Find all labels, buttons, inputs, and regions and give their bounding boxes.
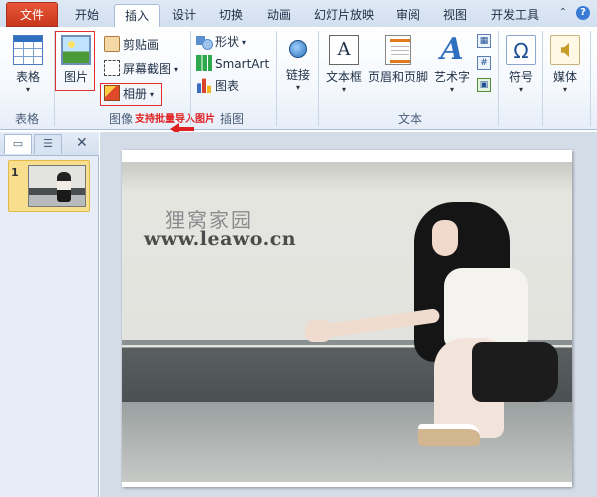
wordart-icon: A — [440, 32, 464, 67]
tab-design[interactable]: 设计 — [162, 4, 206, 28]
tab-file[interactable]: 文件 — [6, 2, 58, 27]
group-divider — [276, 31, 277, 126]
textbox-icon: A — [329, 35, 359, 65]
speaker-icon — [550, 35, 580, 65]
group-label-table: 表格 — [14, 112, 39, 126]
group-label-text: 文本 — [397, 112, 422, 126]
picture-button-label: 图片 — [63, 70, 88, 84]
wordart-label: 艺术字 — [433, 70, 470, 84]
slide-number-icon[interactable]: # — [477, 56, 491, 70]
photo-shorts — [472, 342, 558, 402]
symbol-label: 符号 — [508, 70, 533, 84]
chart-label: 图表 — [215, 79, 240, 93]
tab-insert[interactable]: 插入 — [114, 4, 160, 29]
album-label: 相册 — [123, 87, 148, 101]
chevron-down-icon: ▾ — [242, 38, 247, 47]
close-icon[interactable]: ✕ — [76, 135, 88, 151]
shapes-button[interactable]: 形状 ▾ — [196, 33, 246, 51]
chevron-down-icon: ▾ — [449, 85, 454, 94]
tab-view[interactable]: 视图 — [432, 4, 478, 28]
screenshot-label: 屏幕截图 — [123, 62, 172, 76]
smartart-icon — [196, 55, 212, 71]
slide-canvas[interactable]: 狸窝家园 www.leawo.cn — [122, 150, 572, 487]
tab-review[interactable]: 审阅 — [386, 4, 430, 28]
shapes-label: 形状 — [215, 35, 240, 49]
picture-button[interactable]: 图片 — [58, 35, 94, 85]
group-divider — [190, 31, 191, 126]
tab-home[interactable]: 开始 — [62, 4, 112, 28]
group-divider — [590, 31, 591, 126]
chevron-down-icon: ▾ — [295, 83, 300, 92]
chevron-down-icon: ▾ — [174, 65, 179, 74]
tab-transitions[interactable]: 切换 — [208, 4, 254, 28]
collapse-ribbon-icon[interactable]: ⌃ — [556, 6, 570, 20]
date-time-icon[interactable]: ▦ — [477, 34, 491, 48]
omega-icon: Ω — [506, 35, 536, 65]
chevron-down-icon: ▾ — [562, 85, 567, 94]
ribbon: 表格 ▾ 表格 图片 剪贴画 屏幕截图 ▾ 相册 ▾ 图像 支持批量导入图片 形状 ▾… — [0, 27, 597, 135]
photo-shoe — [418, 424, 480, 446]
chart-button[interactable]: 图表 — [196, 77, 239, 95]
chevron-down-icon: ▾ — [518, 85, 523, 94]
link-label: 链接 — [285, 68, 310, 82]
slide-thumbnail-image[interactable] — [28, 165, 86, 207]
picture-icon — [61, 35, 91, 65]
clipart-label: 剪贴画 — [123, 38, 160, 52]
object-icon[interactable]: ▣ — [477, 78, 491, 92]
table-icon — [13, 35, 43, 65]
group-label-image: 图像 — [108, 112, 133, 126]
header-footer-button[interactable]: 页眉和页脚 — [368, 35, 428, 85]
shapes-icon — [196, 33, 213, 50]
album-button[interactable]: 相册 ▾ — [104, 85, 154, 103]
table-button[interactable]: 表格 ▾ — [8, 35, 48, 95]
link-icon — [289, 40, 307, 58]
media-label: 媒体 — [552, 70, 577, 84]
screenshot-button[interactable]: 屏幕截图 ▾ — [104, 60, 178, 78]
watermark-url: www.leawo.cn — [144, 228, 297, 250]
slides-tab-icon[interactable]: ▭ — [4, 134, 32, 154]
tab-animations[interactable]: 动画 — [256, 4, 302, 28]
link-button[interactable]: 链接 ▾ — [282, 35, 314, 93]
annotation-text: 支持批量导入图片 — [135, 114, 215, 125]
slide-pane-header: ▭ ☰ ✕ — [0, 132, 99, 156]
group-divider — [318, 31, 319, 126]
ribbon-tab-bar: 文件 开始 插入 设计 切换 动画 幻灯片放映 审阅 视图 开发工具 ⌃ ? — [0, 0, 597, 29]
chevron-down-icon: ▾ — [25, 85, 30, 94]
header-footer-icon — [385, 35, 411, 65]
symbol-button[interactable]: Ω 符号 ▾ — [504, 35, 538, 95]
group-divider — [542, 31, 543, 126]
smartart-label: SmartArt — [215, 57, 270, 71]
group-divider — [498, 31, 499, 126]
media-button[interactable]: 媒体 ▾ — [548, 35, 582, 95]
chevron-down-icon: ▾ — [150, 90, 155, 99]
table-button-label: 表格 — [15, 70, 40, 84]
slide-number: 1 — [11, 166, 19, 179]
group-label-illustrations: 插图 — [219, 112, 244, 126]
album-icon — [104, 85, 120, 101]
textbox-label: 文本框 — [325, 70, 362, 84]
outline-tab-icon[interactable]: ☰ — [34, 134, 62, 154]
photo-top — [444, 268, 528, 348]
tab-developer[interactable]: 开发工具 — [482, 4, 548, 28]
header-footer-label: 页眉和页脚 — [368, 70, 429, 84]
screenshot-icon — [104, 60, 120, 76]
tab-slideshow[interactable]: 幻灯片放映 — [306, 4, 382, 28]
clipart-icon — [104, 36, 120, 52]
slide-photo[interactable]: 狸窝家园 www.leawo.cn — [122, 162, 572, 482]
chart-icon — [196, 78, 212, 93]
photo-hand — [305, 320, 331, 342]
chevron-down-icon: ▾ — [341, 85, 346, 94]
photo-face — [432, 220, 458, 256]
wordart-button[interactable]: A 艺术字 ▾ — [432, 35, 472, 95]
smartart-button[interactable]: SmartArt — [196, 55, 269, 73]
clipart-button[interactable]: 剪贴画 — [104, 36, 159, 54]
help-icon[interactable]: ? — [576, 6, 590, 20]
thumbnail-figure — [57, 172, 71, 202]
textbox-button[interactable]: A 文本框 ▾ — [324, 35, 364, 95]
